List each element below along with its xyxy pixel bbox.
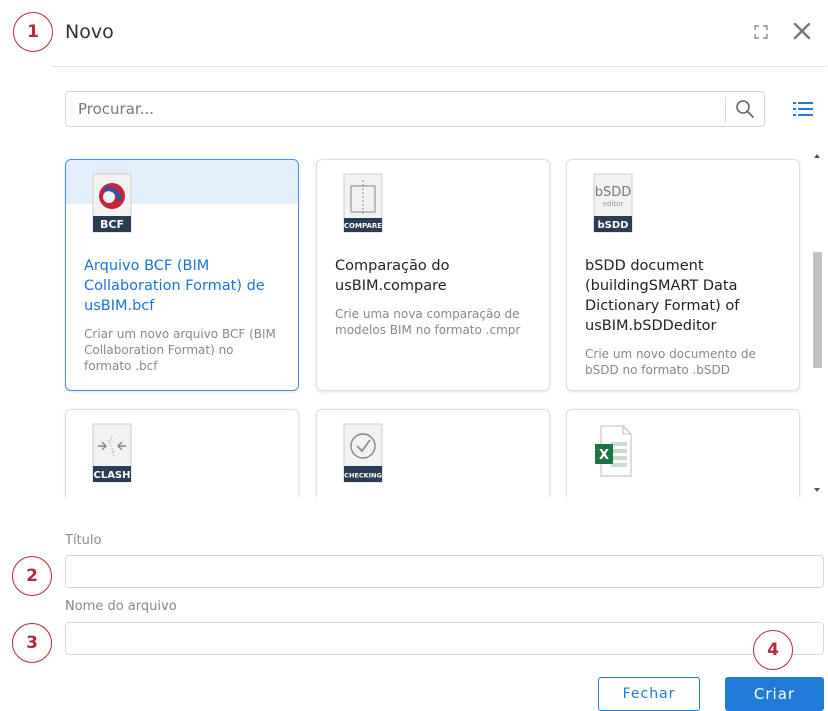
template-card-bcf[interactable]: BCF Arquivo BCF (BIM Collaboration Forma… bbox=[65, 159, 299, 391]
filename-label: Nome do arquivo bbox=[65, 599, 177, 614]
scroll-down-icon[interactable] bbox=[814, 488, 820, 492]
clash-icon: CLASH bbox=[92, 423, 132, 483]
callout-marker-1: 1 bbox=[13, 12, 53, 52]
excel-icon: X bbox=[595, 425, 632, 477]
header-divider bbox=[52, 66, 826, 67]
bsdd-icon: bSDD editor bSDD bbox=[593, 173, 633, 233]
callout-marker-4: 4 bbox=[753, 630, 793, 670]
compare-badge-label: COMPARE bbox=[344, 222, 382, 230]
scroll-up-icon[interactable] bbox=[814, 154, 820, 158]
close-icon[interactable] bbox=[791, 20, 813, 42]
title-input[interactable] bbox=[65, 555, 824, 588]
callout-marker-3: 3 bbox=[12, 623, 52, 663]
search-box bbox=[65, 91, 765, 127]
template-description: Crie uma nova comparação de modelos BIM … bbox=[335, 307, 521, 337]
template-card-clash[interactable]: CLASH bbox=[65, 409, 299, 497]
checking-badge-label: CHECKING bbox=[344, 472, 382, 480]
title-label: Título bbox=[65, 533, 102, 548]
bsdd-logo-text: bSDD bbox=[595, 185, 632, 200]
checking-icon: CHECKING bbox=[343, 423, 383, 483]
bsdd-logo-subtitle: editor bbox=[603, 200, 624, 208]
excel-logo-text: X bbox=[599, 448, 609, 463]
template-card-bsdd[interactable]: bSDD editor bSDD bSDD document (building… bbox=[566, 159, 800, 391]
bcf-badge-label: BCF bbox=[100, 218, 124, 231]
callout-marker-2: 2 bbox=[12, 556, 52, 596]
template-card-compare[interactable]: COMPARE Comparação do usBIM.compare Crie… bbox=[316, 159, 550, 391]
create-button[interactable]: Criar bbox=[725, 677, 824, 711]
template-name: Arquivo BCF (BIM Collaboration Format) d… bbox=[84, 258, 265, 314]
template-grid: BCF Arquivo BCF (BIM Collaboration Forma… bbox=[60, 150, 810, 497]
template-description: Crie um novo documento de bSDD no format… bbox=[585, 347, 756, 377]
search-icon[interactable] bbox=[735, 99, 755, 119]
template-name: Comparação do usBIM.compare bbox=[335, 258, 450, 294]
bcf-icon: BCF bbox=[92, 173, 132, 233]
template-card-checking[interactable]: CHECKING bbox=[316, 409, 550, 497]
template-card-excel[interactable]: X bbox=[566, 409, 800, 497]
fullscreen-icon[interactable] bbox=[754, 25, 768, 39]
close-button[interactable]: Fechar bbox=[598, 677, 700, 711]
template-description: Criar um novo arquivo BCF (BIM Collabora… bbox=[84, 327, 276, 373]
dialog-title: Novo bbox=[65, 21, 114, 43]
bsdd-badge-label: bSDD bbox=[598, 220, 629, 231]
scrollbar-thumb[interactable] bbox=[813, 252, 822, 368]
template-name: bSDD document (buildingSMART Data Dictio… bbox=[585, 258, 740, 334]
filename-input[interactable] bbox=[65, 622, 824, 655]
search-input[interactable] bbox=[66, 92, 724, 126]
clash-badge-label: CLASH bbox=[93, 470, 130, 481]
list-view-icon[interactable] bbox=[793, 101, 813, 117]
search-separator bbox=[725, 97, 726, 122]
compare-icon: COMPARE bbox=[343, 173, 383, 233]
